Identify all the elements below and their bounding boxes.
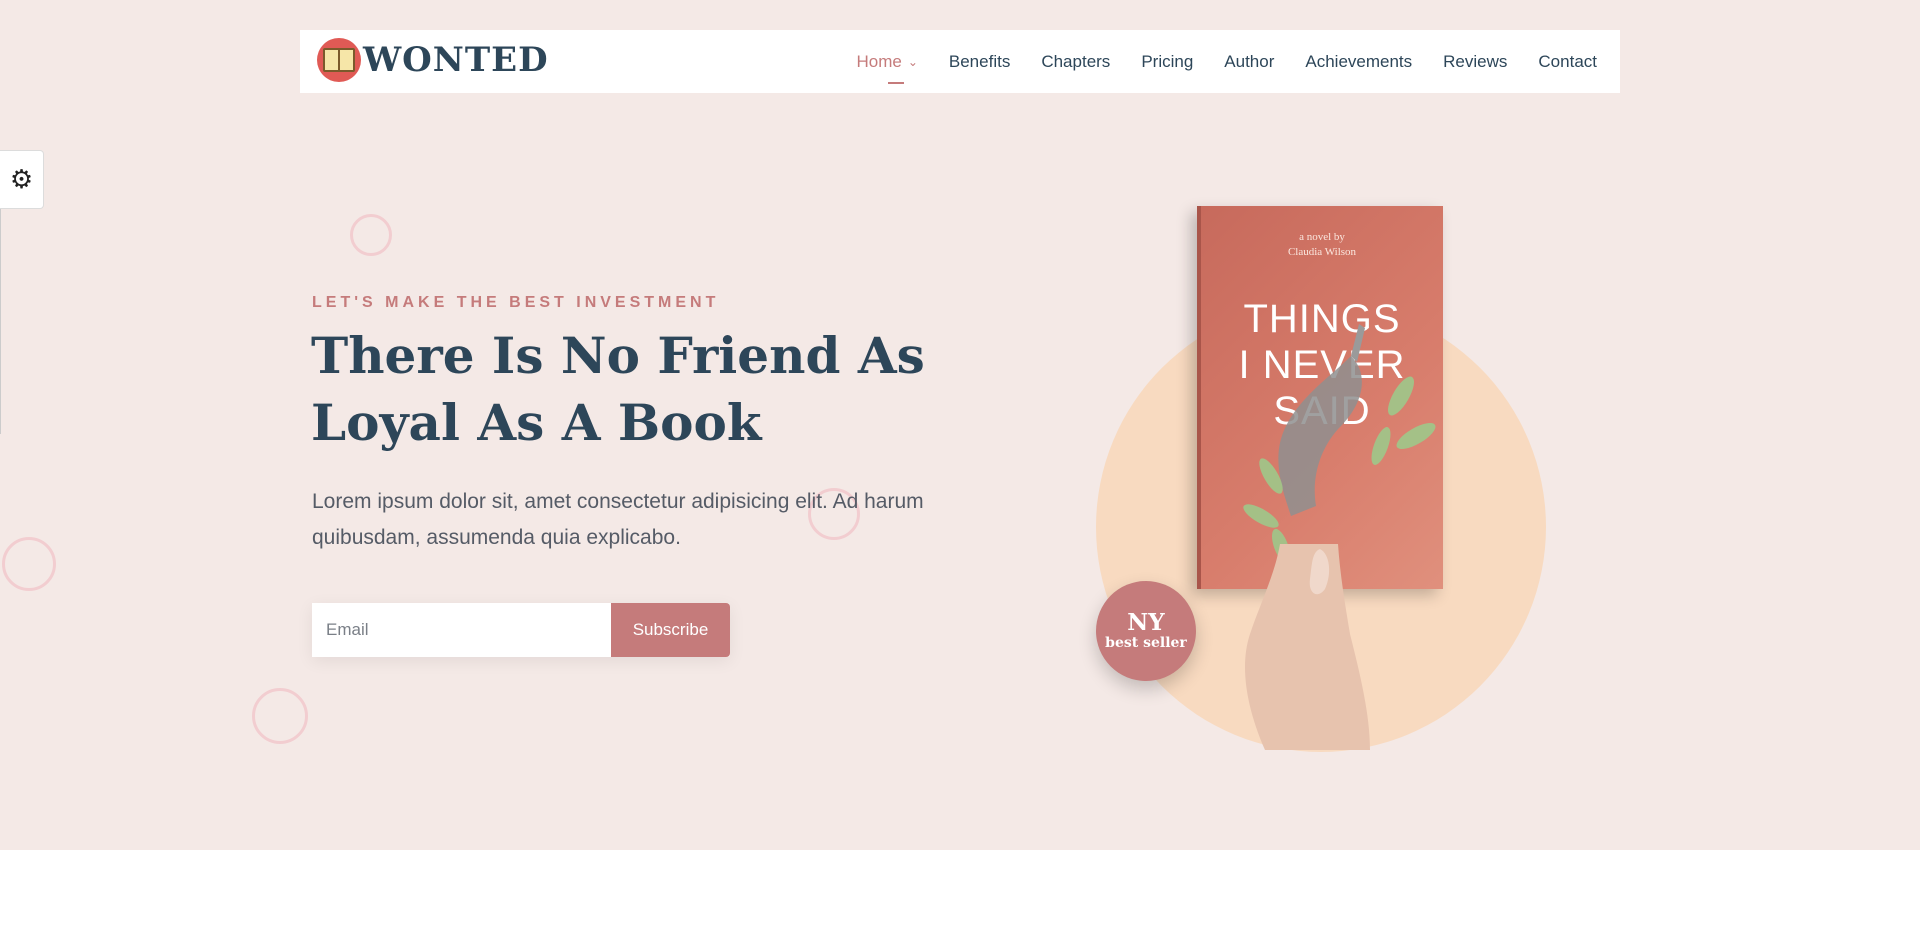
badge-title: NY xyxy=(1127,609,1165,636)
email-input[interactable] xyxy=(312,603,611,657)
nav-item-achievements[interactable]: Achievements xyxy=(1305,52,1412,72)
site-header: WONTED Home ⌄ Benefits Chapters Pricing … xyxy=(300,30,1620,93)
nav-item-reviews[interactable]: Reviews xyxy=(1443,52,1507,72)
nav-item-author[interactable]: Author xyxy=(1224,52,1274,72)
main-nav: Home ⌄ Benefits Chapters Pricing Author … xyxy=(856,30,1597,93)
decorative-ring xyxy=(350,214,392,256)
chevron-down-icon: ⌄ xyxy=(907,54,918,69)
nav-item-contact[interactable]: Contact xyxy=(1538,52,1597,72)
settings-toggle-button[interactable]: ⚙ xyxy=(0,150,44,209)
hero-headline: There Is No Friend As Loyal As A Book xyxy=(311,326,925,452)
hero-lead-text: Lorem ipsum dolor sit, amet consectetur … xyxy=(312,490,924,549)
nav-item-chapters[interactable]: Chapters xyxy=(1041,52,1110,72)
decorative-ring xyxy=(2,537,56,591)
open-book-icon xyxy=(317,38,361,82)
decorative-ring xyxy=(252,688,308,744)
badge-subtitle: best seller xyxy=(1105,635,1187,651)
holding-hand-illustration xyxy=(1245,544,1370,750)
nav-item-label: Home xyxy=(856,51,902,71)
gears-icon: ⚙ xyxy=(9,164,34,195)
settings-panel-edge xyxy=(0,209,1,434)
nav-item-home[interactable]: Home ⌄ xyxy=(856,51,918,84)
best-seller-badge: NY best seller xyxy=(1096,581,1196,681)
brand-name: WONTED xyxy=(363,40,549,80)
nav-item-pricing[interactable]: Pricing xyxy=(1141,52,1193,72)
subscribe-button[interactable]: Subscribe xyxy=(611,603,730,657)
brand-logo[interactable]: WONTED xyxy=(317,38,549,82)
hero-kicker: LET'S MAKE THE BEST INVESTMENT xyxy=(312,294,720,311)
book-cover-image: a novel by Claudia Wilson THINGS I NEVER… xyxy=(1197,206,1443,589)
subscribe-form: Subscribe xyxy=(312,603,730,657)
hero-section: WONTED Home ⌄ Benefits Chapters Pricing … xyxy=(0,0,1920,850)
nav-item-benefits[interactable]: Benefits xyxy=(949,52,1010,72)
hand-and-leaves-illustration xyxy=(1243,324,1436,564)
